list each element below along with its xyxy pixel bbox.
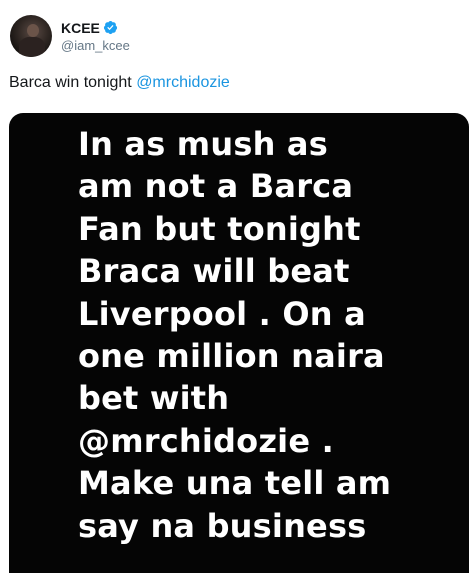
image-text-line: @mrchidozie . bbox=[78, 421, 334, 460]
image-text-line: Liverpool . On a bbox=[78, 294, 366, 333]
image-text-line: Fan but tonight bbox=[78, 209, 361, 248]
image-text-line: Braca will beat bbox=[78, 252, 350, 291]
image-text-line: In as mush as bbox=[78, 125, 328, 163]
image-text: In as mush as am not a Barca Fan but tonig… bbox=[78, 123, 391, 547]
tweet-text-body: Barca win tonight bbox=[9, 74, 137, 91]
mention-link[interactable]: @mrchidozie bbox=[136, 74, 230, 91]
author-info: KCEE @iam_kcee bbox=[61, 19, 130, 54]
tweet-card[interactable]: KCEE @iam_kcee Barca win tonight @mrchid… bbox=[0, 0, 469, 573]
image-text-line: Make una tell am bbox=[78, 464, 392, 503]
verified-badge-icon bbox=[103, 20, 117, 35]
avatar[interactable] bbox=[10, 15, 52, 57]
name-row: KCEE bbox=[61, 19, 130, 37]
image-text-line: say na business bbox=[78, 506, 367, 545]
tweet-header: KCEE @iam_kcee bbox=[10, 14, 130, 58]
handle[interactable]: @iam_kcee bbox=[61, 37, 130, 54]
image-text-line: one million naira bbox=[78, 337, 385, 376]
tweet-image[interactable]: In as mush as am not a Barca Fan but tonig… bbox=[9, 113, 469, 573]
display-name[interactable]: KCEE bbox=[61, 19, 100, 37]
image-text-line: am not a Barca bbox=[78, 167, 354, 206]
image-text-line: bet with bbox=[78, 379, 230, 418]
tweet-text: Barca win tonight @mrchidozie bbox=[9, 73, 230, 93]
